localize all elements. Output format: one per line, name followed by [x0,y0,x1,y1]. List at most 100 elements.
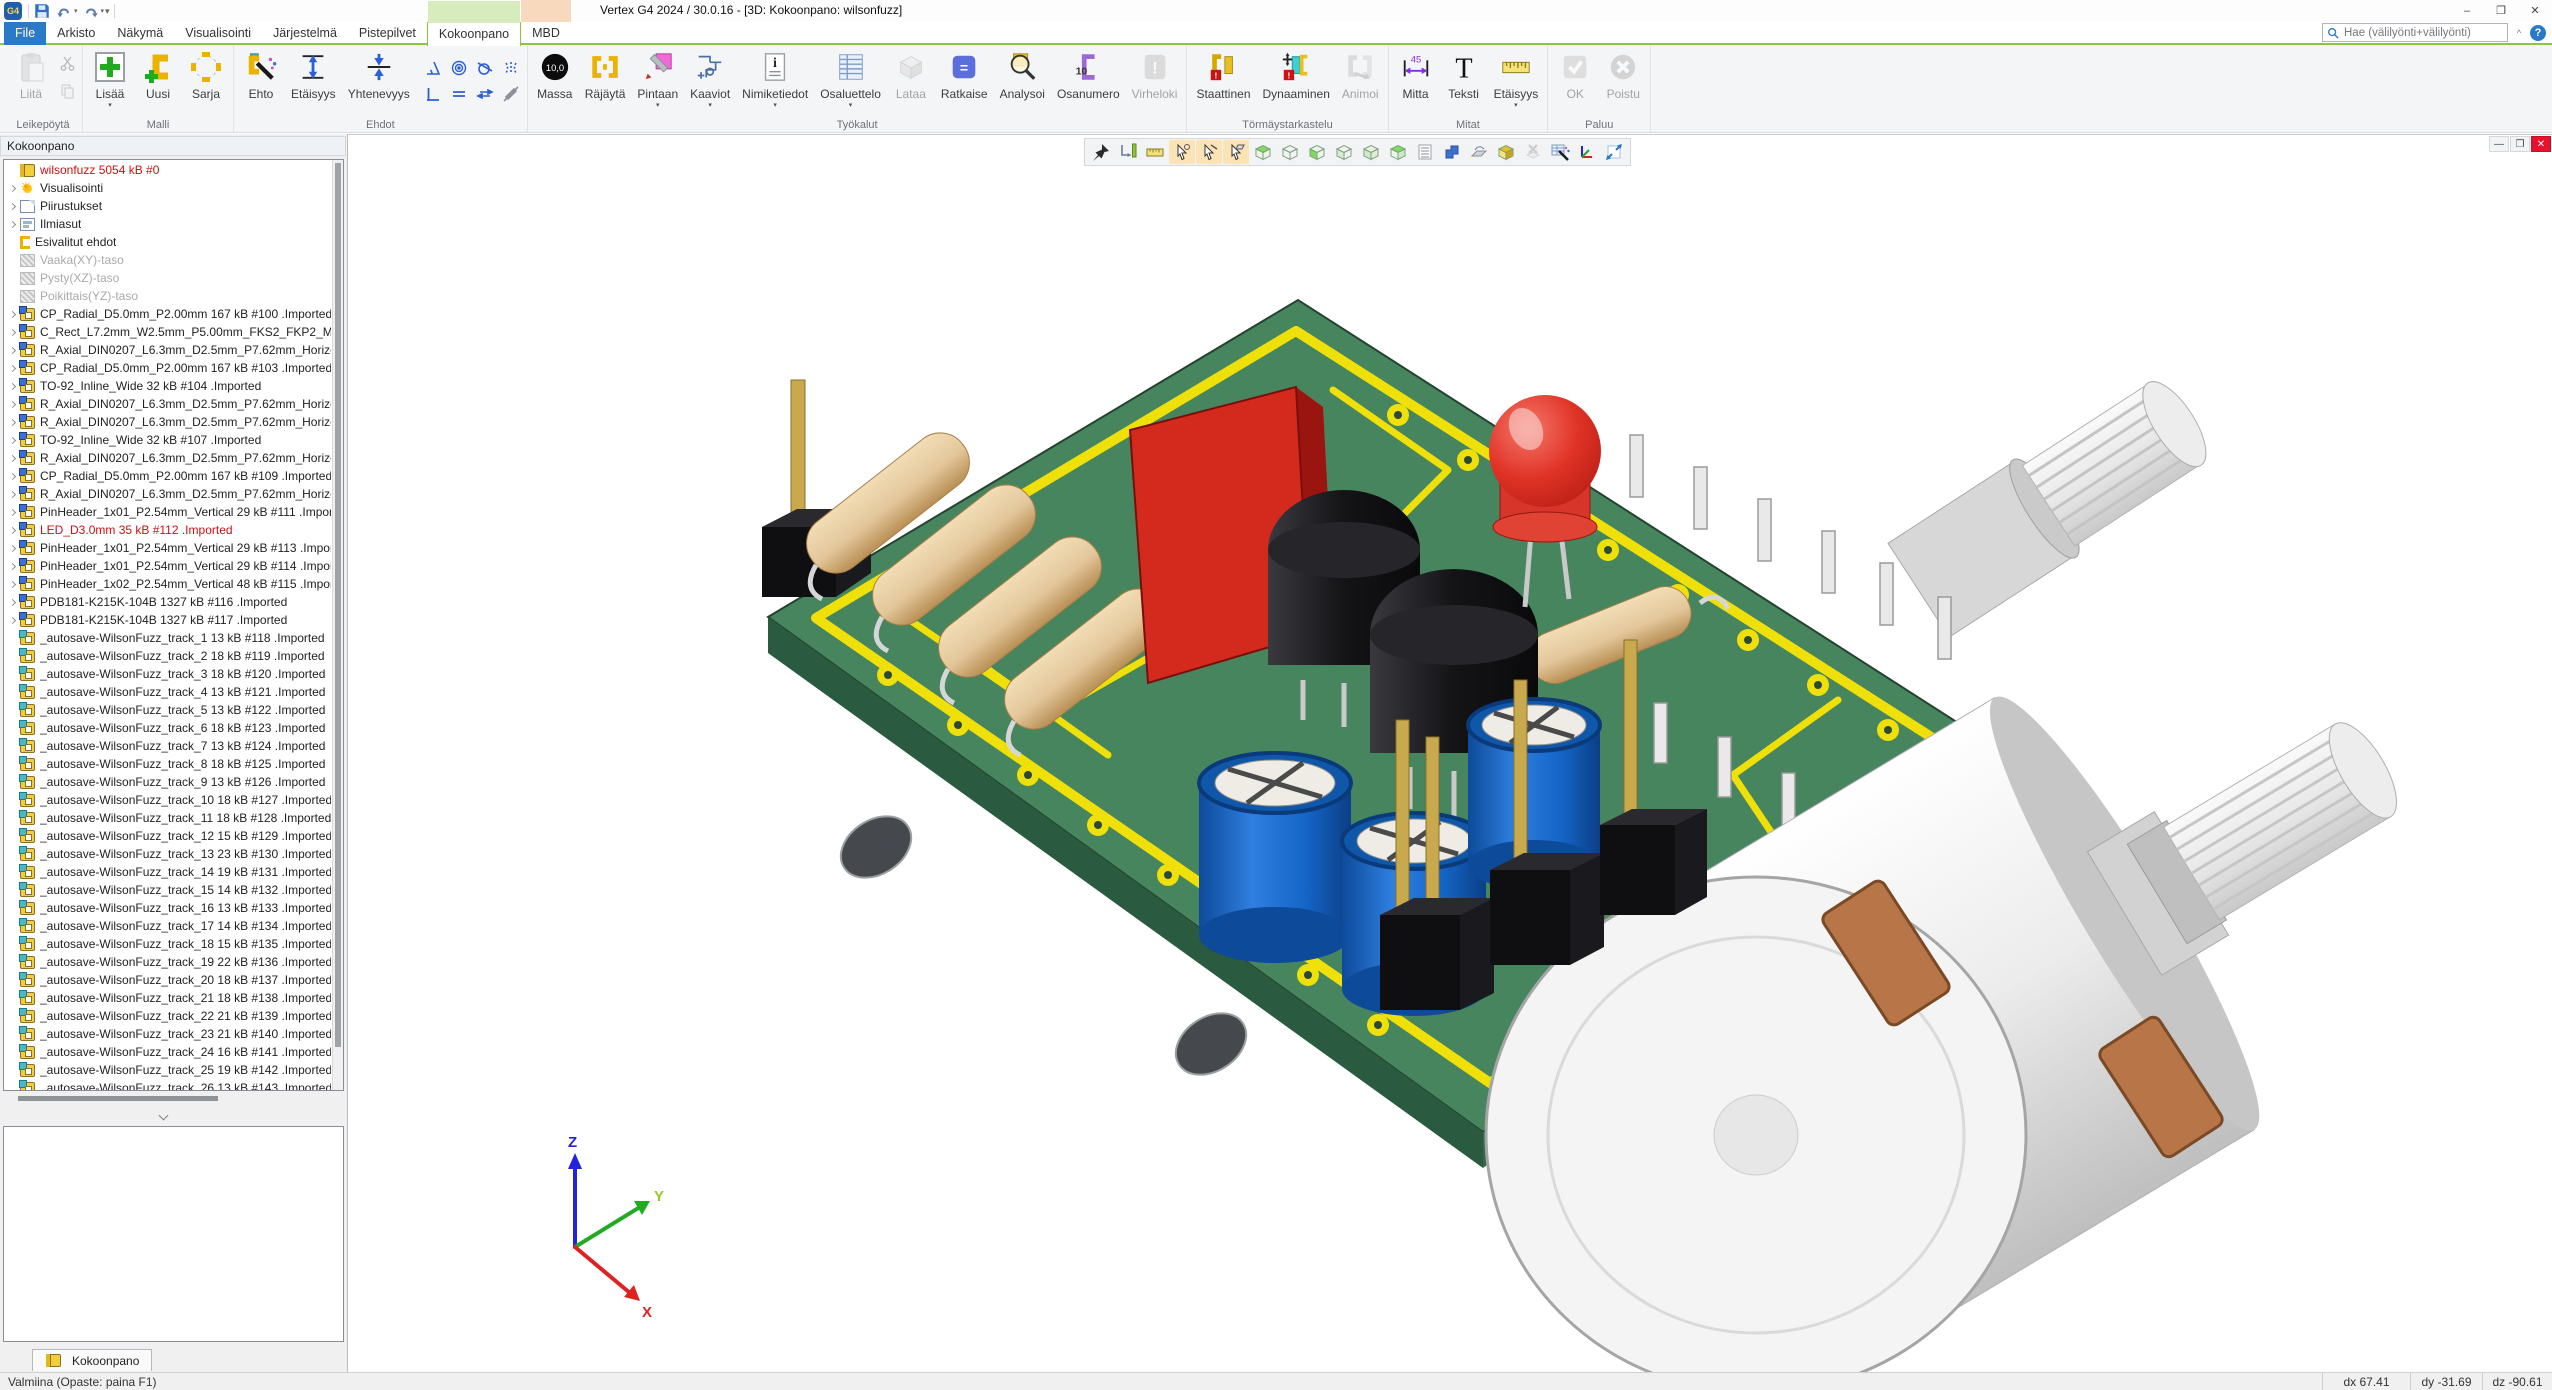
ribbon-button-mitta[interactable]: 45Mitta [1393,48,1439,102]
tree-expand-icon[interactable] [5,222,19,227]
constraint-angle-icon[interactable] [421,56,445,80]
search-input[interactable]: Hae (välilyönti+välilyönti) [2322,23,2508,42]
tree-item[interactable]: _autosave-WilsonFuzz_track_4 13 kB #121 … [5,683,331,701]
tree-expand-icon[interactable] [5,186,19,191]
viewport-tool-cube-wire-icon[interactable] [1277,140,1303,164]
ribbon-button-cut[interactable] [56,52,78,74]
tree-expand-icon[interactable] [5,204,19,209]
tree-item[interactable]: LED_D3.0mm 35 kB #112 .Imported [5,521,331,539]
save-icon[interactable] [33,2,51,20]
tree-item[interactable]: _autosave-WilsonFuzz_track_15 14 kB #132… [5,881,331,899]
tree-expand-icon[interactable] [5,600,19,605]
ribbon-button-nimiketiedot[interactable]: iNimiketiedot▾ [737,48,813,110]
viewport-tool-plane-icon[interactable] [1466,140,1492,164]
tree-item[interactable]: Poikittais(YZ)-taso [5,287,331,305]
constraint-disable-icon[interactable] [499,82,523,106]
ribbon-button-ratkaise[interactable]: =Ratkaise [936,48,993,102]
tree-item[interactable]: _autosave-WilsonFuzz_track_11 18 kB #128… [5,809,331,827]
tree-item[interactable]: _autosave-WilsonFuzz_track_9 13 kB #126 … [5,773,331,791]
viewport-tool-fit-icon[interactable] [1601,140,1627,164]
tree-item[interactable]: _autosave-WilsonFuzz_track_12 15 kB #129… [5,827,331,845]
tree-item[interactable]: PinHeader_1x01_P2.54mm_Vertical 29 kB #1… [5,557,331,575]
tab-visualisointi[interactable]: Visualisointi [174,22,262,45]
tree-item[interactable]: _autosave-WilsonFuzz_track_23 21 kB #140… [5,1025,331,1043]
tree-item[interactable]: _autosave-WilsonFuzz_track_1 13 kB #118 … [5,629,331,647]
redo-icon[interactable] [82,2,100,20]
ribbon-button-osanumero[interactable]: 10Osanumero [1052,48,1125,102]
constraint-parallel-icon[interactable] [473,82,497,106]
ribbon-button-lataa[interactable]: Lataa [888,48,934,102]
tab-arkisto[interactable]: Arkisto [46,22,106,45]
tree-expand-icon[interactable] [5,564,19,569]
tree-expand-icon[interactable] [5,546,19,551]
ribbon-button-animoi[interactable]: Animoi [1337,48,1384,102]
restore-button[interactable]: ❐ [2484,0,2518,21]
ribbon-button-ok[interactable]: OK [1552,48,1598,102]
tab-file[interactable]: File [4,22,46,45]
tree-item[interactable]: TO-92_Inline_Wide 32 kB #104 .Imported [5,377,331,395]
viewport-tool-orbit-measure-icon[interactable] [1115,140,1141,164]
ribbon-button-ehto[interactable]: Ehto [238,48,284,102]
tree-item[interactable]: R_Axial_DIN0207_L6.3mm_D2.5mm_P7.62mm_Ho… [5,413,331,431]
3d-scene[interactable]: Z Y X [348,135,2552,1372]
ribbon-button-massa[interactable]: 10,0Massa [532,48,578,102]
tree-item[interactable]: Ilmiasut [5,215,331,233]
viewport-tool-cube-solid-icon[interactable] [1358,140,1384,164]
tree-item[interactable]: _autosave-WilsonFuzz_track_25 19 kB #142… [5,1061,331,1079]
tree-item[interactable]: _autosave-WilsonFuzz_track_18 15 kB #135… [5,935,331,953]
ribbon-button-lis[interactable]: Lisää▾ [87,48,133,110]
tree-expand-icon[interactable] [5,618,19,623]
ribbon-button-sarja[interactable]: Sarja [183,48,229,102]
tree-expand-icon[interactable] [5,384,19,389]
tree-item[interactable]: CP_Radial_D5.0mm_P2.00mm 167 kB #109 .Im… [5,467,331,485]
tree-item[interactable]: CP_Radial_D5.0mm_P2.00mm 167 kB #103 .Im… [5,359,331,377]
viewport-tool-cube-yellow-icon[interactable] [1493,140,1519,164]
viewport-tool-ruler-small-icon[interactable] [1142,140,1168,164]
tree-expand-icon[interactable] [5,330,19,335]
viewport-tool-select-face-icon[interactable] [1223,140,1249,164]
tree-item[interactable]: _autosave-WilsonFuzz_track_6 18 kB #123 … [5,719,331,737]
tab-kokoonpano[interactable]: Kokoonpano [427,22,521,46]
tree-item[interactable]: _autosave-WilsonFuzz_track_3 18 kB #120 … [5,665,331,683]
tree-item[interactable]: R_Axial_DIN0207_L6.3mm_D2.5mm_P7.62mm_Ho… [5,485,331,503]
tree-item[interactable]: PinHeader_1x01_P2.54mm_Vertical 29 kB #1… [5,503,331,521]
tree-item[interactable]: _autosave-WilsonFuzz_track_13 23 kB #130… [5,845,331,863]
tree-item[interactable]: Pysty(XZ)-taso [5,269,331,287]
undo-dropdown-icon[interactable]: ▾ [74,7,78,15]
tree-vertical-scrollbar[interactable] [332,160,343,1090]
tree-item[interactable]: R_Axial_DIN0207_L6.3mm_D2.5mm_P7.62mm_Ho… [5,449,331,467]
panel-splitter-chevron-icon[interactable] [160,1112,169,1121]
help-icon[interactable]: ? [2530,25,2546,41]
tree-item[interactable]: PinHeader_1x01_P2.54mm_Vertical 29 kB #1… [5,539,331,557]
close-button[interactable]: ✕ [2518,0,2552,21]
tree-item[interactable]: _autosave-WilsonFuzz_track_19 22 kB #136… [5,953,331,971]
tree-item[interactable]: _autosave-WilsonFuzz_track_17 14 kB #134… [5,917,331,935]
tree-expand-icon[interactable] [5,582,19,587]
viewport-tool-step-icon[interactable] [1439,140,1465,164]
app-logo-icon[interactable]: G4 [4,2,22,20]
tab-n-kym[interactable]: Näkymä [106,22,174,45]
tree-expand-icon[interactable] [5,420,19,425]
chevron-down-icon[interactable]: ▾ [1514,102,1518,109]
ribbon-button-kaaviot[interactable]: Kaaviot▾ [685,48,735,110]
tree-item[interactable]: PDB181-K215K-104B 1327 kB #116 .Imported [5,593,331,611]
tree-item[interactable]: _autosave-WilsonFuzz_track_2 18 kB #119 … [5,647,331,665]
ribbon-button-poistu[interactable]: Poistu [1600,48,1646,102]
tree-item[interactable]: _autosave-WilsonFuzz_track_5 13 kB #122 … [5,701,331,719]
chevron-down-icon[interactable]: ▾ [708,102,712,109]
tree-item[interactable]: _autosave-WilsonFuzz_track_26 13 kB #143… [5,1079,331,1091]
ribbon-button-r-j-yt[interactable]: Räjäytä [580,48,631,102]
ribbon-button-analysoi[interactable]: Analysoi [995,48,1050,102]
3d-viewport[interactable]: Z Y X — ❐ ✕ [348,134,2552,1372]
tree-item[interactable]: C_Rect_L7.2mm_W2.5mm_P5.00mm_FKS2_FKP2_M… [5,323,331,341]
chevron-down-icon[interactable]: ▾ [108,102,112,109]
viewport-restore-button[interactable]: ❐ [2510,136,2530,152]
viewport-tool-cube-wire2-icon[interactable] [1331,140,1357,164]
redo-dropdown-icon[interactable]: ▾ [101,7,105,15]
tree-item[interactable]: R_Axial_DIN0207_L6.3mm_D2.5mm_P7.62mm_Ho… [5,395,331,413]
ribbon-button-yhtenevyys[interactable]: Yhtenevyys [343,48,415,102]
tree-item[interactable]: _autosave-WilsonFuzz_track_21 18 kB #138… [5,989,331,1007]
tree-item[interactable]: CP_Radial_D5.0mm_P2.00mm 167 kB #100 .Im… [5,305,331,323]
tree-item[interactable]: wilsonfuzz 5054 kB #0 [5,161,331,179]
constraint-concentric-icon[interactable] [447,56,471,80]
